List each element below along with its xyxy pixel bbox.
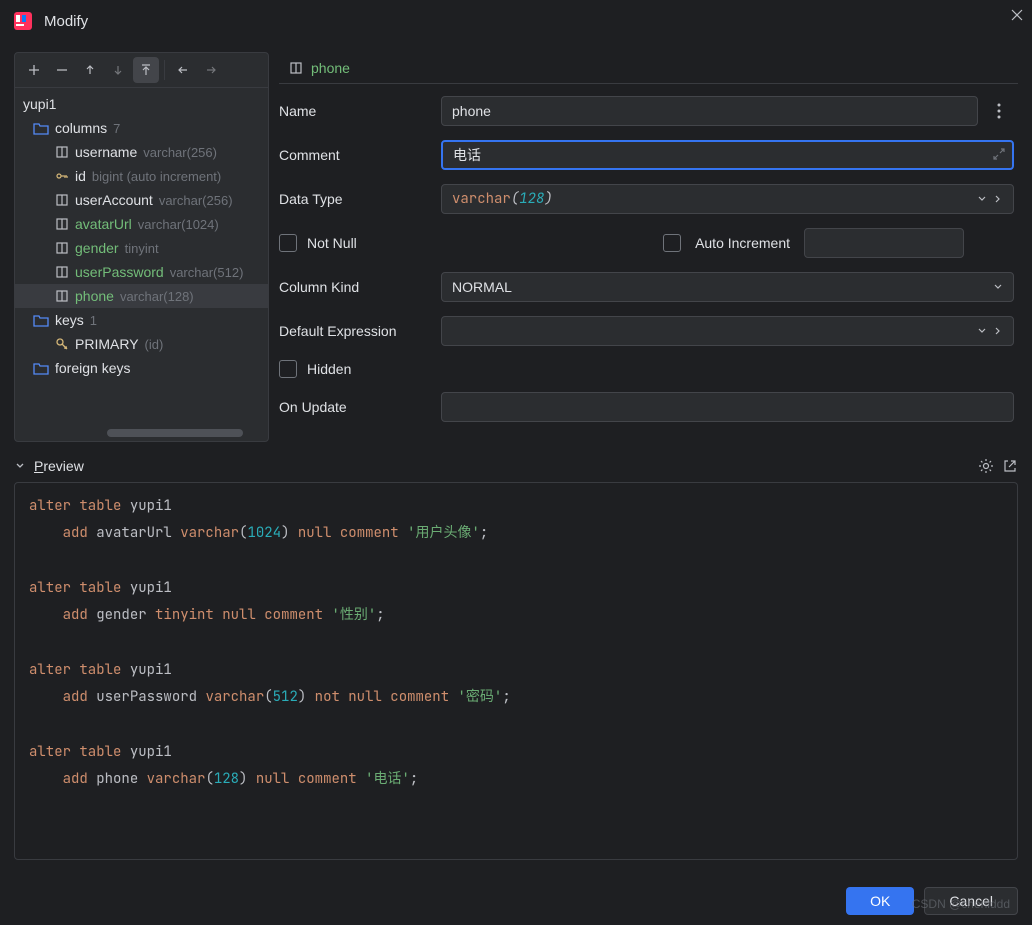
- column-icon: [55, 265, 69, 279]
- tree-column-avatarUrl[interactable]: avatarUrlvarchar(1024): [15, 212, 268, 236]
- footer: OK Cancel: [846, 887, 1018, 915]
- column-icon: [55, 289, 69, 303]
- preview-code[interactable]: alter table yupi1 add avatarUrl varchar(…: [14, 482, 1018, 860]
- tree-column-username[interactable]: usernamevarchar(256): [15, 140, 268, 164]
- app-icon: [14, 12, 32, 30]
- datatype-label: Data Type: [279, 191, 441, 207]
- tree-key-primary[interactable]: PRIMARY (id): [15, 332, 268, 356]
- column-icon: [289, 61, 303, 75]
- titlebar: Modify: [0, 0, 1032, 42]
- auto-increment-checkbox[interactable]: [663, 234, 681, 252]
- more-icon[interactable]: [984, 96, 1014, 126]
- down-button[interactable]: [105, 57, 131, 83]
- tree: yupi1 columns 7 usernamevarchar(256)idbi…: [15, 88, 268, 441]
- auto-increment-label: Auto Increment: [695, 235, 790, 251]
- preview-toggle-icon[interactable]: [14, 460, 26, 472]
- up-button[interactable]: [77, 57, 103, 83]
- chevron-right-icon[interactable]: [993, 194, 1003, 204]
- comment-input[interactable]: [441, 140, 1014, 170]
- tree-column-userPassword[interactable]: userPasswordvarchar(512): [15, 260, 268, 284]
- forward-button[interactable]: [198, 57, 224, 83]
- column-icon: [55, 217, 69, 231]
- cancel-button[interactable]: Cancel: [924, 887, 1018, 915]
- column-icon: [55, 193, 69, 207]
- default-expr-input[interactable]: [441, 316, 1014, 346]
- tree-column-phone[interactable]: phonevarchar(128): [15, 284, 268, 308]
- hidden-label: Hidden: [307, 361, 351, 377]
- sidebar: yupi1 columns 7 usernamevarchar(256)idbi…: [14, 52, 269, 442]
- name-label: Name: [279, 103, 441, 119]
- name-input[interactable]: [441, 96, 978, 126]
- on-update-input[interactable]: [441, 392, 1014, 422]
- breadcrumb-label: phone: [311, 60, 350, 76]
- folder-icon: [33, 313, 49, 327]
- tree-root[interactable]: yupi1: [15, 92, 268, 116]
- gear-icon[interactable]: [978, 458, 994, 474]
- comment-label: Comment: [279, 147, 441, 163]
- column-kind-select[interactable]: NORMAL: [441, 272, 1014, 302]
- chevron-down-icon[interactable]: [977, 326, 987, 336]
- up-to-button[interactable]: [133, 57, 159, 83]
- breadcrumb: phone: [279, 52, 1018, 84]
- default-expr-label: Default Expression: [279, 323, 441, 339]
- add-button[interactable]: [21, 57, 47, 83]
- key-icon: [55, 169, 69, 183]
- column-icon: [55, 241, 69, 255]
- form: Name Comment Data Type varchar(128): [279, 96, 1018, 422]
- popout-icon[interactable]: [1002, 458, 1018, 474]
- chevron-down-icon[interactable]: [977, 194, 987, 204]
- preview-section: Preview alter table yupi1 add avatarUrl …: [0, 442, 1032, 860]
- tree-column-userAccount[interactable]: userAccountvarchar(256): [15, 188, 268, 212]
- folder-icon: [33, 361, 49, 375]
- on-update-label: On Update: [279, 399, 441, 415]
- chevron-right-icon[interactable]: [993, 326, 1003, 336]
- ok-button[interactable]: OK: [846, 887, 914, 915]
- back-button[interactable]: [170, 57, 196, 83]
- right-panel: phone Name Comment Data Type varchar(128…: [269, 52, 1018, 442]
- not-null-label: Not Null: [307, 235, 357, 251]
- not-null-checkbox[interactable]: [279, 234, 297, 252]
- folder-icon: [33, 121, 49, 135]
- sidebar-toolbar: [15, 53, 268, 88]
- chevron-down-icon: [993, 282, 1003, 292]
- toolbar-divider: [164, 60, 165, 80]
- preview-label: Preview: [34, 458, 84, 474]
- expand-icon[interactable]: [992, 147, 1006, 161]
- tree-folder-columns[interactable]: columns 7: [15, 116, 268, 140]
- datatype-input[interactable]: varchar(128): [441, 184, 1014, 214]
- window-title: Modify: [44, 13, 88, 30]
- tree-folder-keys[interactable]: keys 1: [15, 308, 268, 332]
- scrollbar[interactable]: [107, 429, 243, 437]
- tree-column-id[interactable]: idbigint (auto increment): [15, 164, 268, 188]
- tree-column-gender[interactable]: gendertinyint: [15, 236, 268, 260]
- auto-increment-input[interactable]: [804, 228, 964, 258]
- hidden-checkbox[interactable]: [279, 360, 297, 378]
- remove-button[interactable]: [49, 57, 75, 83]
- column-kind-label: Column Kind: [279, 279, 441, 295]
- tree-folder-fk[interactable]: foreign keys: [15, 356, 268, 380]
- close-icon[interactable]: [1010, 8, 1024, 22]
- column-icon: [55, 145, 69, 159]
- key-icon: [55, 337, 69, 351]
